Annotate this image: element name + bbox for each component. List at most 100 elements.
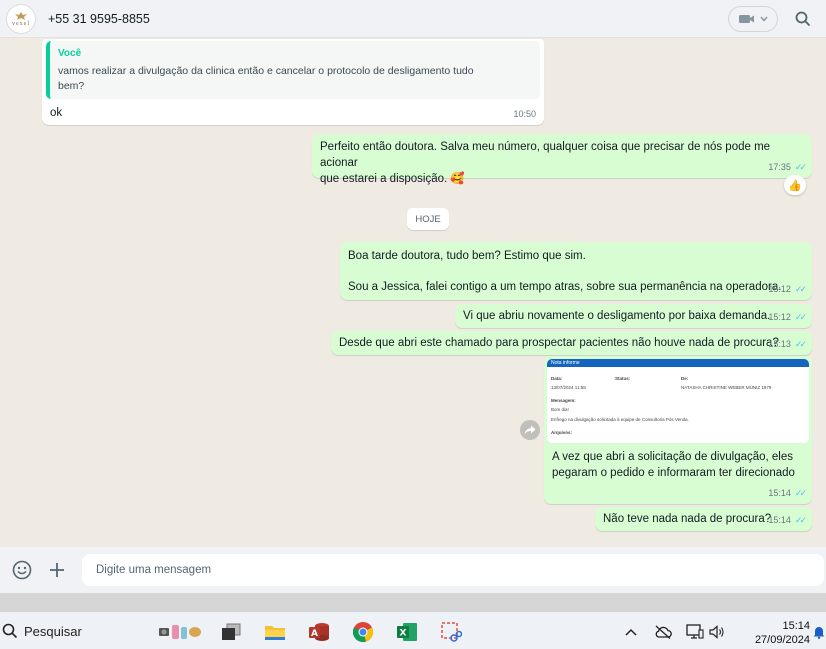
image-bar-title: Nota informe bbox=[551, 360, 580, 366]
message-time: 17:35 ✓✓ bbox=[768, 159, 807, 175]
network-monitor-icon bbox=[686, 624, 704, 639]
contact-name[interactable]: +55 31 9595-8855 bbox=[48, 12, 150, 26]
message-text-line: que estarei a disposição. 🥰 bbox=[320, 173, 465, 185]
window-gap bbox=[0, 593, 826, 611]
avatar-text: vexel bbox=[12, 20, 30, 27]
message-text: Vi que abriu novamente o desligamento po… bbox=[463, 310, 771, 322]
message-outgoing[interactable]: Desde que abri este chamado para prospec… bbox=[331, 331, 812, 355]
date-divider: HOJE bbox=[407, 208, 449, 230]
file-explorer-button[interactable] bbox=[264, 621, 286, 643]
speaker-icon bbox=[709, 625, 724, 639]
chat-area[interactable]: Você vamos realizar a divulgação da clin… bbox=[0, 39, 826, 547]
snipping-tool-button[interactable] bbox=[440, 621, 462, 643]
message-time: 10:50 bbox=[513, 106, 536, 122]
contact-avatar[interactable]: vexel bbox=[6, 3, 36, 34]
message-outgoing[interactable]: Não teve nada nada de procura? 15:14 ✓✓ bbox=[595, 507, 812, 531]
message-time: 15:14 ✓✓ bbox=[768, 512, 807, 528]
excel-icon: X bbox=[397, 623, 417, 641]
svg-text:A: A bbox=[311, 629, 318, 639]
read-ticks-icon: ✓✓ bbox=[794, 284, 807, 294]
message-time: 15:12 ✓✓ bbox=[768, 309, 807, 325]
quoted-message[interactable]: Você vamos realizar a divulgação da clin… bbox=[46, 41, 540, 99]
message-text-line: Sou a Jessica, falei contigo a um tempo … bbox=[348, 281, 782, 293]
time-label: 15:12 bbox=[768, 284, 791, 294]
taskbar-clock[interactable]: 15:14 27/09/2024 bbox=[742, 619, 810, 647]
taskbar-search[interactable]: Pesquisar bbox=[0, 618, 82, 644]
notifications-button[interactable] bbox=[812, 624, 826, 640]
message-composer bbox=[0, 547, 826, 593]
video-call-button[interactable] bbox=[728, 5, 778, 32]
chevron-down-icon bbox=[760, 16, 768, 22]
message-text-line: pegaram o pedido e informaram ter direci… bbox=[552, 467, 795, 479]
quote-author: Você bbox=[58, 48, 82, 59]
network-button[interactable] bbox=[686, 624, 704, 640]
search-icon bbox=[795, 11, 811, 26]
message-outgoing[interactable]: Perfeito então doutora. Salva meu número… bbox=[312, 134, 812, 185]
message-text-line: A vez que abri a solicitação de divulgaç… bbox=[552, 451, 794, 463]
message-text-line: Perfeito então doutora. Salva meu número… bbox=[320, 141, 771, 169]
clock-time: 15:14 bbox=[782, 620, 810, 632]
image-text: Arquivos: bbox=[551, 430, 573, 435]
chrome-button[interactable] bbox=[352, 621, 374, 643]
time-label: 15:13 bbox=[768, 339, 791, 349]
reaction-badge[interactable]: 👍 bbox=[784, 175, 806, 195]
taskbar-widget-image[interactable] bbox=[156, 621, 204, 643]
logo-icon bbox=[15, 11, 27, 20]
read-ticks-icon: ✓✓ bbox=[794, 339, 807, 349]
travel-items-icon bbox=[159, 625, 201, 639]
read-ticks-icon: ✓✓ bbox=[794, 162, 807, 172]
quote-text-line: vamos realizar a divulgação da clinica e… bbox=[58, 65, 474, 77]
windows-taskbar: Pesquisar A X 15:14 27/09/2024 bbox=[0, 611, 826, 649]
time-label: 15:14 bbox=[768, 515, 791, 525]
emoji-button[interactable] bbox=[11, 559, 33, 581]
message-incoming[interactable]: Você vamos realizar a divulgação da clin… bbox=[42, 39, 544, 125]
time-label: 17:35 bbox=[768, 162, 791, 172]
show-hidden-icons-button[interactable] bbox=[622, 624, 640, 640]
svg-text:X: X bbox=[400, 629, 407, 639]
video-camera-icon bbox=[739, 14, 754, 23]
read-ticks-icon: ✓✓ bbox=[794, 312, 807, 322]
message-time: 15:12 ✓✓ bbox=[768, 281, 807, 297]
access-app-button[interactable]: A bbox=[308, 621, 330, 643]
quote-text-line: bem? bbox=[58, 80, 85, 92]
message-outgoing[interactable]: Vi que abriu novamente o desligamento po… bbox=[455, 304, 812, 328]
task-view-icon bbox=[222, 623, 241, 640]
message-text: ok bbox=[50, 107, 63, 119]
excel-button[interactable]: X bbox=[396, 621, 418, 643]
folder-icon bbox=[265, 626, 285, 640]
chrome-icon bbox=[352, 622, 374, 642]
image-text: Status: bbox=[615, 376, 631, 381]
snipping-tool-icon bbox=[441, 622, 462, 642]
read-ticks-icon: ✓✓ bbox=[794, 515, 807, 525]
volume-button[interactable] bbox=[708, 624, 726, 640]
forward-arrow-icon bbox=[524, 425, 536, 435]
message-time: 15:13 ✓✓ bbox=[768, 336, 807, 352]
cloud-off-icon bbox=[655, 625, 672, 639]
image-text: NATASHA CHRISTINE WEBER MUNIZ 1879 bbox=[681, 385, 772, 390]
emoji-icon bbox=[12, 560, 32, 580]
plus-icon bbox=[50, 563, 64, 577]
message-text: Desde que abri este chamado para prospec… bbox=[339, 337, 779, 349]
time-label: 10:50 bbox=[513, 109, 536, 119]
taskbar-search-label: Pesquisar bbox=[24, 623, 82, 639]
chat-header: vexel +55 31 9595-8855 bbox=[0, 0, 826, 38]
message-outgoing[interactable]: Boa tarde doutora, tudo bem? Estimo que … bbox=[340, 242, 812, 300]
access-icon: A bbox=[309, 623, 329, 641]
message-time: 15:14 ✓✓ bbox=[768, 485, 807, 501]
image-title-bar: Nota informe bbox=[547, 359, 809, 367]
clock-date: 27/09/2024 bbox=[754, 634, 810, 646]
attached-image[interactable]: Nota informe Data: Status: De: 13/07/202… bbox=[547, 359, 809, 443]
onedrive-button[interactable] bbox=[654, 624, 672, 640]
time-label: 15:14 bbox=[768, 488, 791, 498]
chevron-up-icon bbox=[625, 628, 637, 636]
search-button[interactable] bbox=[792, 8, 814, 30]
message-input[interactable] bbox=[82, 554, 824, 586]
forward-button[interactable] bbox=[520, 420, 540, 440]
search-icon bbox=[2, 623, 18, 639]
bell-icon bbox=[813, 627, 825, 639]
time-label: 15:12 bbox=[768, 312, 791, 322]
attach-button[interactable] bbox=[46, 559, 68, 581]
message-outgoing-image[interactable]: Nota informe Data: Status: De: 13/07/202… bbox=[544, 356, 812, 504]
message-text-line: Boa tarde doutora, tudo bem? Estimo que … bbox=[348, 250, 586, 262]
task-view-button[interactable] bbox=[220, 621, 242, 643]
